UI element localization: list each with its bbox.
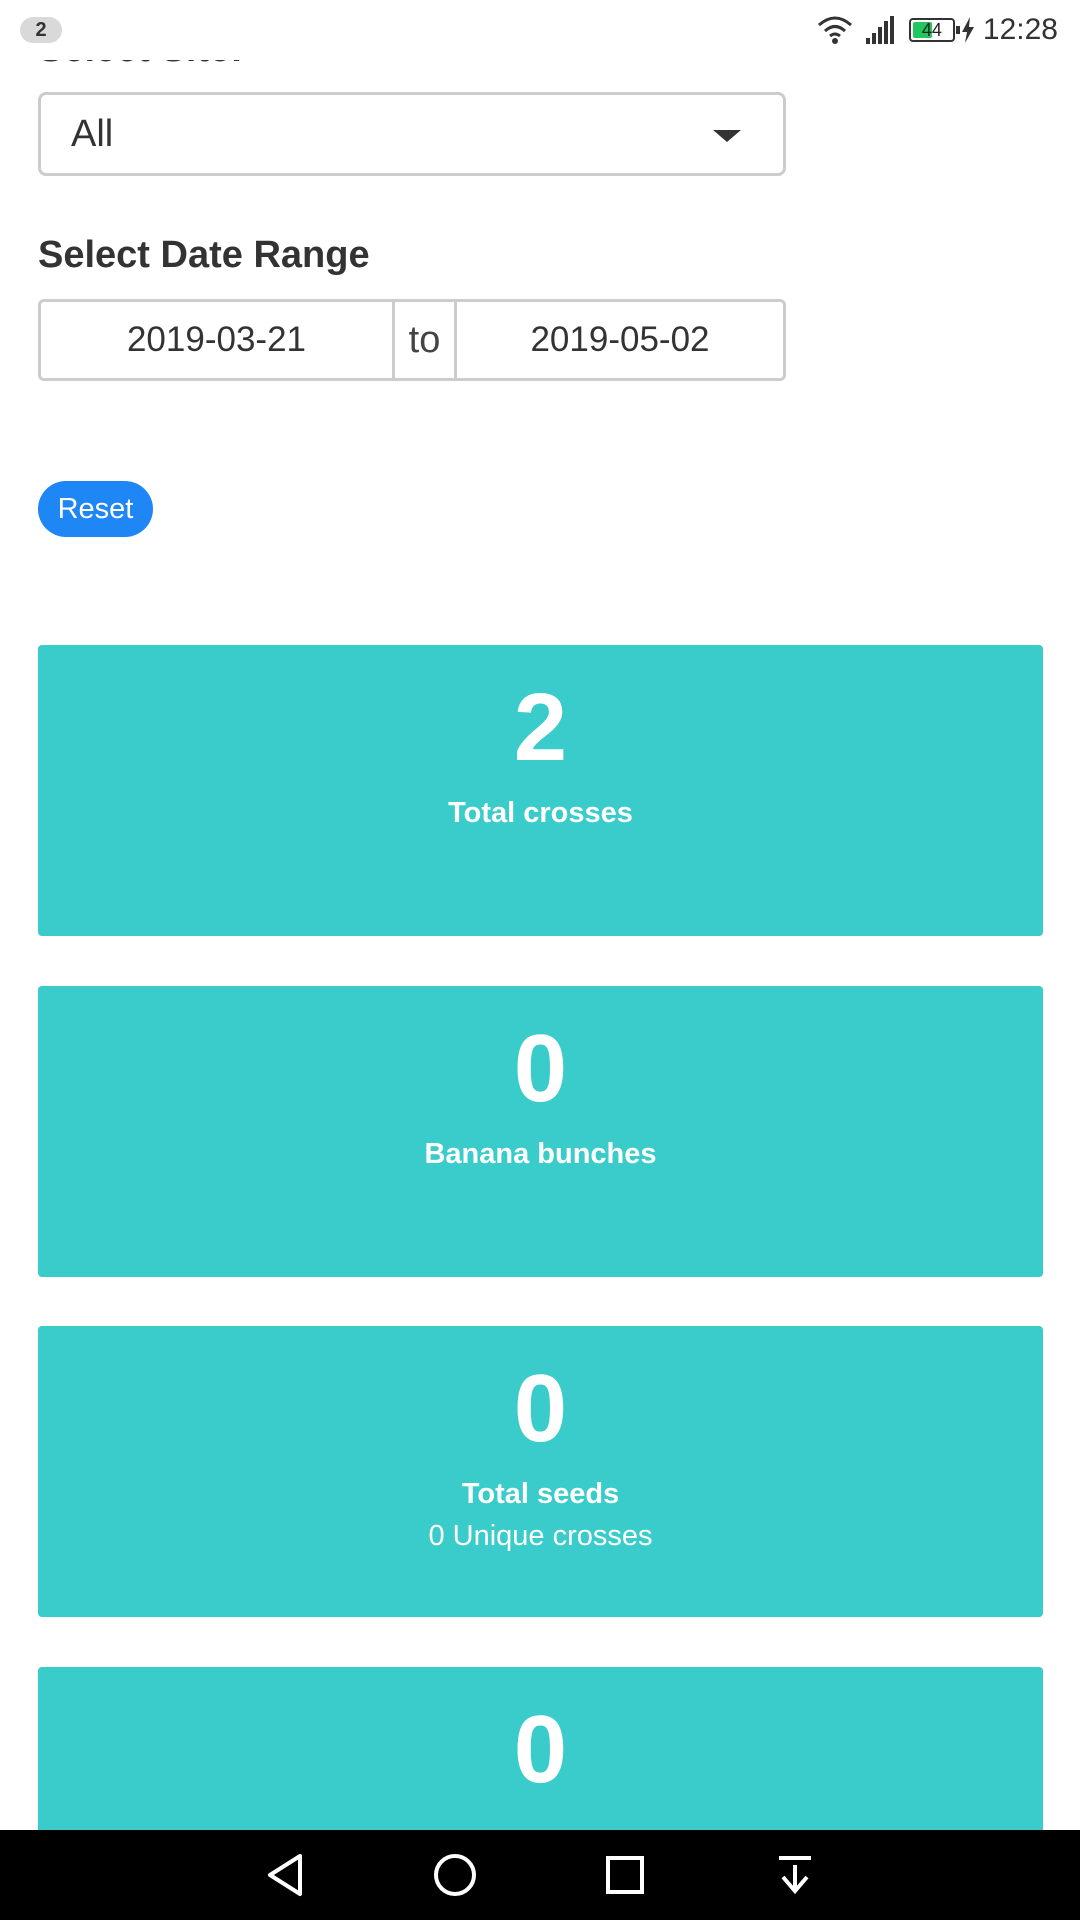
status-bar: 2 44 12:28 [0,0,1080,60]
end-date-input[interactable]: 2019-05-02 [457,302,783,378]
stat-card-total-crosses[interactable]: 2 Total crosses [38,645,1043,936]
home-button[interactable] [370,1830,540,1920]
site-select[interactable]: All [38,92,786,176]
date-range-label: Select Date Range [38,234,370,276]
reset-button[interactable]: Reset [38,481,153,537]
wifi-icon [817,15,853,45]
start-date-input[interactable]: 2019-03-21 [41,302,392,378]
battery-level: 44 [921,20,942,40]
notification-shade-button[interactable] [710,1830,880,1920]
stat-value: 0 [513,1015,568,1122]
stat-title: Total crosses [448,797,633,829]
signal-icon [865,16,895,44]
back-button[interactable] [200,1830,370,1920]
stat-card-total-seeds[interactable]: 0 Total seeds 0 Unique crosses [38,1326,1043,1617]
screen: 2 44 12:28 All Select Date Range 2019-03… [0,0,1080,1920]
recents-icon [606,1856,644,1894]
stat-value: 0 [513,1355,568,1462]
date-range-separator: to [392,302,457,378]
charging-icon [961,17,975,43]
stat-subtitle: 0 Unique crosses [428,1520,653,1552]
recents-button[interactable] [540,1830,710,1920]
navigation-bar [0,1830,1080,1920]
stat-value: 2 [513,674,568,781]
stat-title: Banana bunches [424,1138,657,1170]
clock: 12:28 [982,13,1058,46]
status-icons: 44 12:28 [817,12,1058,48]
stat-value: 0 [513,1696,568,1803]
battery-icon: 44 [908,18,960,42]
site-select-value: All [71,112,114,155]
caret-down-icon [713,130,741,142]
notification-shade-icon [779,1856,811,1895]
date-range-picker: 2019-03-21 to 2019-05-02 [38,299,786,381]
notification-badge: 2 [20,17,62,43]
home-icon [434,1854,476,1896]
stat-title: Total seeds [461,1478,620,1510]
stat-card-banana-bunches[interactable]: 0 Banana bunches [38,986,1043,1277]
back-icon [268,1854,302,1896]
